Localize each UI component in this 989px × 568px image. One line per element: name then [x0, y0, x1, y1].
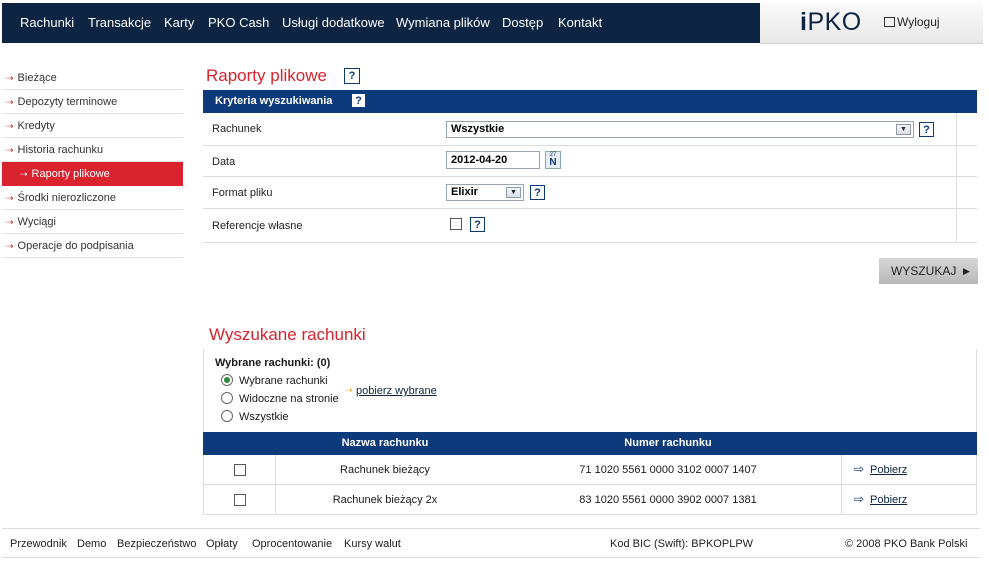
logout-button[interactable]: Wyloguj	[884, 15, 940, 29]
account-select[interactable]: Wszystkie ▼	[446, 121, 914, 138]
chevron-down-icon: ▼	[896, 124, 911, 135]
bic-code: Kod BIC (Swift): BPKOPLPW	[610, 538, 754, 550]
page-help-icon[interactable]: ?	[344, 68, 360, 84]
account-number: 83 1020 5561 0000 3902 0007 1381	[579, 494, 757, 506]
radio-visible-on-page[interactable]	[221, 392, 233, 404]
nav-rachunki[interactable]: Rachunki	[20, 3, 74, 43]
results-title: Wyszukane rachunki	[209, 325, 366, 344]
selected-count: Wybrane rachunki: (0)	[215, 357, 331, 369]
col-account-name: Nazwa rachunku	[341, 437, 429, 449]
sidebar-item-depozyty[interactable]: ⇢ Depozyty terminowe	[2, 90, 183, 114]
arrow-icon: ⇢	[6, 145, 14, 155]
arrow-icon: ⇢	[6, 193, 14, 203]
sidebar-item-kredyty[interactable]: ⇢ Kredyty	[2, 114, 183, 138]
brand-area: iPKO Wyloguj	[760, 3, 983, 44]
sidebar-item-historia[interactable]: ⇢ Historia rachunku	[2, 138, 183, 162]
footer-link-bezpieczenstwo[interactable]: Bezpieczeństwo	[117, 538, 197, 550]
footer-link-przewodnik[interactable]: Przewodnik	[10, 538, 67, 550]
arrow-icon: ⇢	[6, 121, 14, 131]
row-checkbox[interactable]	[234, 464, 246, 476]
row-checkbox[interactable]	[234, 494, 246, 506]
account-name: Rachunek bieżący	[340, 464, 430, 476]
col-account-number: Numer rachunku	[624, 437, 712, 449]
arrow-icon: ⇢	[6, 73, 14, 83]
page-title: Raporty plikowe	[206, 66, 327, 85]
footer-link-demo[interactable]: Demo	[77, 538, 106, 550]
sidebar-item-wyciagi[interactable]: ⇢ Wyciągi	[2, 210, 183, 234]
nav-dostep[interactable]: Dostęp	[502, 3, 543, 43]
account-number: 71 1020 5561 0000 3102 0007 1407	[579, 464, 757, 476]
nav-pko-cash[interactable]: PKO Cash	[208, 3, 269, 43]
arrow-icon: ⇢	[6, 217, 14, 227]
row-format: Format pliku Elixir ▼ ?	[203, 177, 977, 209]
chevron-right-icon: ▶	[963, 266, 970, 276]
nav-karty[interactable]: Karty	[164, 3, 194, 43]
download-selected-link[interactable]: pobierz wybrane	[356, 385, 437, 397]
references-checkbox[interactable]	[450, 218, 462, 230]
footer-link-kursy-walut[interactable]: Kursy walut	[344, 538, 401, 550]
row-date: Data 2012-04-20 27 N	[203, 146, 977, 177]
sidebar-item-biezace[interactable]: ⇢ Bieżące	[2, 66, 183, 90]
ipko-logo: iPKO	[800, 8, 862, 36]
account-help-icon[interactable]: ?	[919, 122, 934, 137]
nav-wymiana-plikow[interactable]: Wymiana plików	[396, 3, 490, 43]
arrow-icon: ⇢	[6, 241, 14, 251]
search-button[interactable]: WYSZUKAJ ▶	[879, 258, 978, 284]
format-help-icon[interactable]: ?	[530, 185, 545, 200]
copyright: © 2008 PKO Bank Polski	[845, 538, 968, 550]
logout-icon	[884, 17, 895, 27]
criteria-help-icon[interactable]: ?	[351, 93, 366, 108]
download-link[interactable]: Pobierz	[870, 494, 907, 506]
row-references: Referencje własne ?	[203, 209, 977, 243]
format-select[interactable]: Elixir ▼	[446, 184, 524, 201]
top-nav: Rachunki Transakcje Karty PKO Cash Usług…	[2, 3, 760, 43]
radio-selected-accounts[interactable]	[221, 374, 233, 386]
footer-link-oplaty[interactable]: Opłaty	[206, 538, 238, 550]
date-input[interactable]: 2012-04-20	[446, 151, 540, 169]
download-icon: ⇨	[854, 462, 865, 476]
arrow-icon: ⇢	[345, 385, 353, 395]
table-row: Rachunek bieżący 71 1020 5561 0000 3102 …	[203, 455, 977, 485]
sidebar-item-srodki[interactable]: ⇢ Środki nierozliczone	[2, 186, 183, 210]
calendar-icon[interactable]: 27 N	[545, 151, 561, 169]
nav-kontakt[interactable]: Kontakt	[558, 3, 602, 43]
nav-uslugi-dodatkowe[interactable]: Usługi dodatkowe	[282, 3, 385, 43]
download-icon: ⇨	[854, 492, 865, 506]
logout-label: Wyloguj	[897, 15, 940, 29]
table-row: Rachunek bieżący 2x 83 1020 5561 0000 39…	[203, 485, 977, 515]
arrow-icon: ⇢	[6, 97, 14, 107]
account-name: Rachunek bieżący 2x	[332, 494, 438, 506]
references-help-icon[interactable]: ?	[470, 217, 485, 232]
radio-all[interactable]	[221, 410, 233, 422]
results-table-header: Nazwa rachunku Numer rachunku	[203, 432, 977, 455]
row-account: Rachunek Wszystkie ▼ ?	[203, 113, 977, 146]
arrow-icon: ⇢	[20, 169, 28, 179]
criteria-header: Kryteria wyszukiwania ?	[203, 90, 977, 113]
sidebar-item-operacje[interactable]: ⇢ Operacje do podpisania	[2, 234, 183, 258]
download-link[interactable]: Pobierz	[870, 464, 907, 476]
footer-link-oprocentowanie[interactable]: Oprocentowanie	[252, 538, 332, 550]
nav-transakcje[interactable]: Transakcje	[88, 3, 151, 43]
chevron-down-icon: ▼	[506, 187, 521, 198]
sidebar-item-raporty-plikowe[interactable]: ⇢ Raporty plikowe	[2, 162, 183, 186]
